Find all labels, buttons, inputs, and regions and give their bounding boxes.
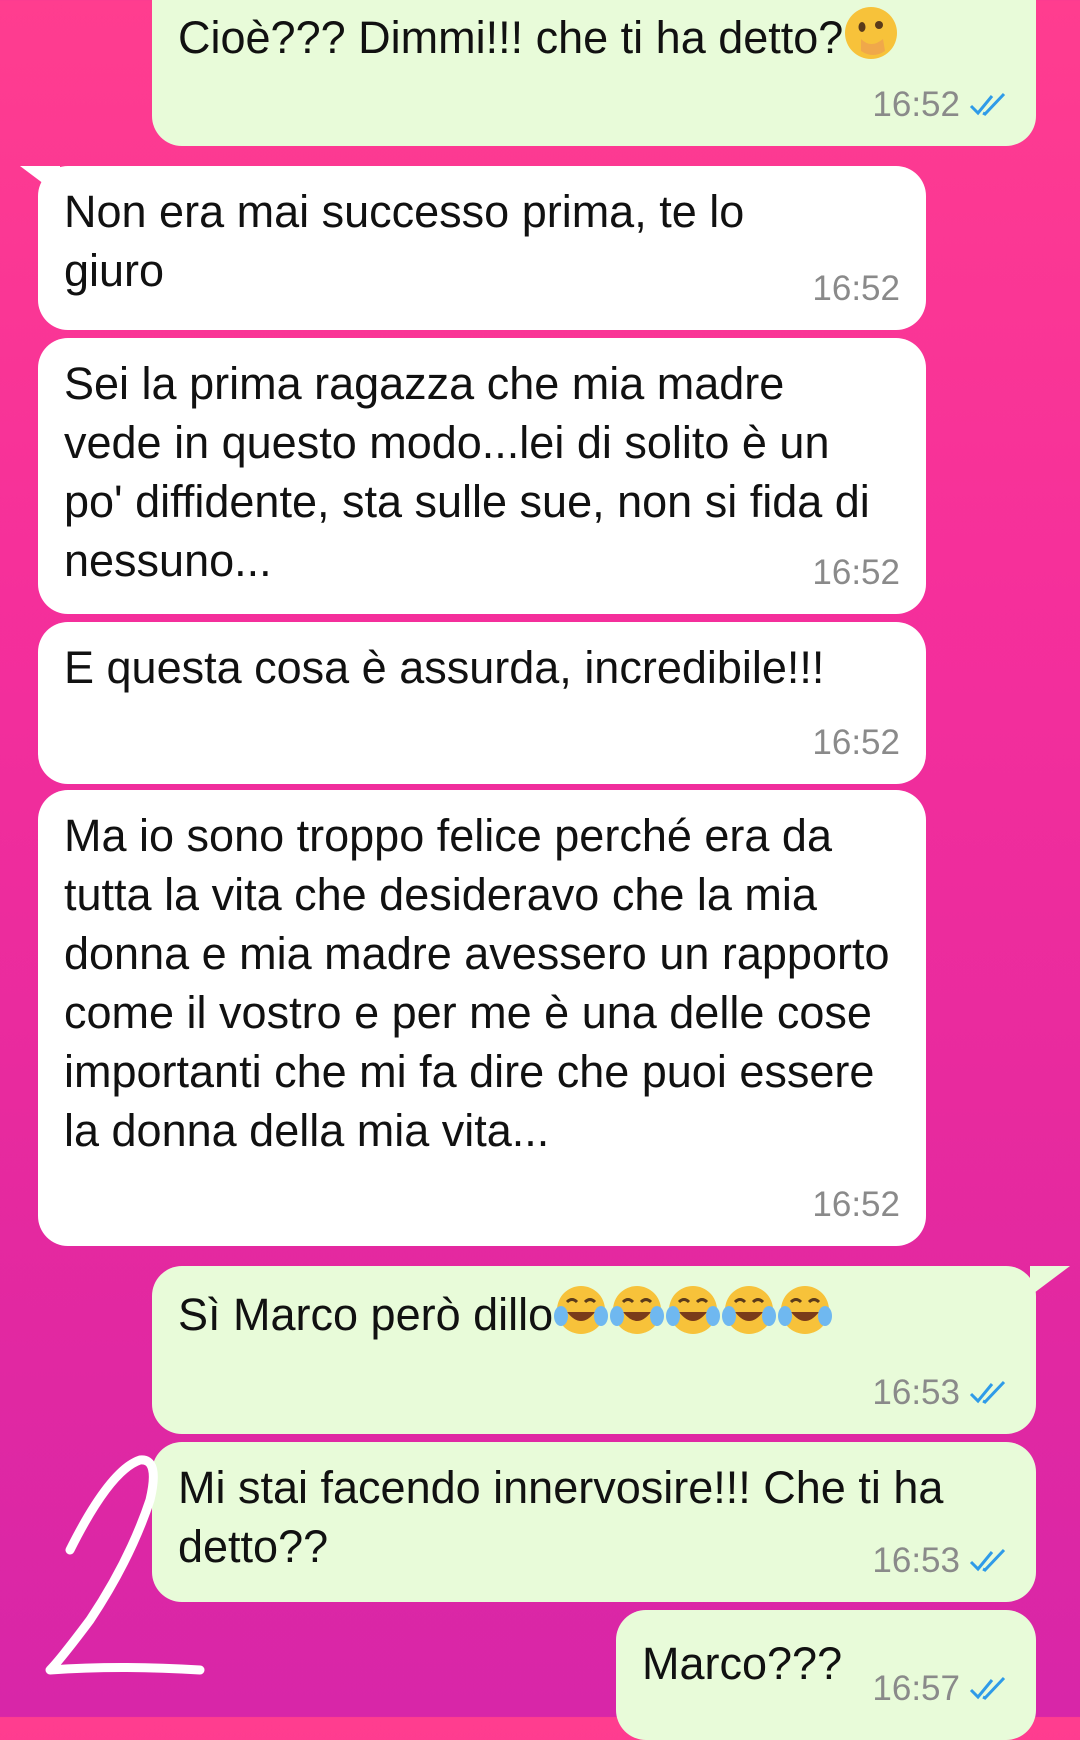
message-outgoing[interactable]: Mi stai facendo innervosire!!! Che ti ha… bbox=[152, 1442, 1036, 1602]
face-with-tears-of-joy-emoji-icon bbox=[554, 1286, 609, 1334]
face-with-tears-of-joy-emoji-icon bbox=[666, 1286, 721, 1334]
message-text: Mi stai facendo innervosire!!! Che ti ha… bbox=[178, 1462, 944, 1572]
message-meta: 16:53 bbox=[872, 1531, 1010, 1590]
message-incoming[interactable]: E questa cosa è assurda, incredibile!!! … bbox=[38, 622, 926, 784]
message-meta: 16:52 bbox=[872, 75, 1010, 134]
bubble-tail bbox=[1030, 1266, 1070, 1296]
face-with-tears-of-joy-emoji-icon bbox=[778, 1286, 833, 1334]
message-text: Ma io sono troppo felice perché era da t… bbox=[64, 810, 890, 1156]
message-meta: 16:57 bbox=[872, 1659, 1010, 1718]
timestamp: 16:52 bbox=[812, 723, 900, 762]
face-with-tears-of-joy-emoji-icon bbox=[610, 1286, 665, 1334]
timestamp: 16:52 bbox=[872, 85, 960, 124]
message-text: Sì Marco però dillo bbox=[178, 1282, 1010, 1344]
face-with-hand-over-mouth-emoji-icon bbox=[845, 7, 898, 59]
timestamp: 16:53 bbox=[872, 1373, 960, 1412]
message-incoming[interactable]: Non era mai successo prima, te lo giuro … bbox=[38, 166, 926, 330]
message-incoming[interactable]: Sei la prima ragazza che mia madre vede … bbox=[38, 338, 926, 614]
timestamp: 16:52 bbox=[812, 1185, 900, 1224]
double-check-read-icon bbox=[969, 1548, 1006, 1572]
message-outgoing[interactable]: Marco??? 16:57 bbox=[616, 1610, 1036, 1740]
timestamp: 16:52 bbox=[812, 553, 900, 592]
timestamp: 16:53 bbox=[872, 1541, 960, 1580]
timestamp: 16:57 bbox=[872, 1669, 960, 1708]
message-outgoing[interactable]: Sì Marco però dillo 16:53 bbox=[152, 1266, 1036, 1434]
message-incoming[interactable]: Ma io sono troppo felice perché era da t… bbox=[38, 790, 926, 1246]
message-meta: 16:52 bbox=[812, 543, 900, 602]
message-text: Non era mai successo prima, te lo giuro bbox=[64, 186, 745, 296]
message-meta: 16:53 bbox=[872, 1363, 1010, 1422]
message-meta: 16:52 bbox=[812, 1175, 900, 1234]
double-check-read-icon bbox=[969, 1676, 1006, 1700]
message-text: E questa cosa è assurda, incredibile!!! bbox=[64, 642, 825, 693]
double-check-read-icon bbox=[969, 92, 1006, 116]
double-check-read-icon bbox=[969, 1380, 1006, 1404]
message-meta: 16:52 bbox=[812, 713, 900, 772]
message-text: Cioè??? Dimmi!!! che ti ha detto? bbox=[178, 5, 1010, 67]
handwritten-number-scribble bbox=[45, 1455, 205, 1675]
timestamp: 16:52 bbox=[812, 269, 900, 308]
message-text: Sei la prima ragazza che mia madre vede … bbox=[64, 358, 870, 586]
message-meta: 16:52 bbox=[812, 259, 900, 318]
face-with-tears-of-joy-emoji-icon bbox=[722, 1286, 777, 1334]
message-outgoing[interactable]: Cioè??? Dimmi!!! che ti ha detto? 16:52 bbox=[152, 0, 1036, 146]
